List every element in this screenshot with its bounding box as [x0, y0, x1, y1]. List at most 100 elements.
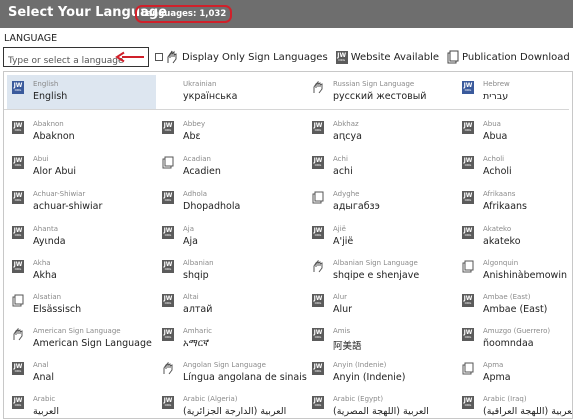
language-english-name: Arabic (Algeria): [183, 395, 238, 403]
language-option[interactable]: JW ORG Amharic አማርኛ: [157, 322, 306, 356]
language-english-name: Akha: [33, 259, 51, 267]
language-option[interactable]: JW ORG Abkhaz аԥсуа: [307, 115, 456, 149]
language-english-name: Ajië: [333, 225, 346, 233]
language-option[interactable]: JW ORG Adhola Dhopadhola: [157, 185, 306, 219]
jw-logo-icon: JW ORG: [462, 191, 474, 204]
language-english-name: American Sign Language: [33, 327, 121, 335]
jw-logo-icon: JW ORG: [312, 226, 324, 239]
language-option[interactable]: JW ORG Acholi Acholi: [457, 150, 572, 184]
jw-logo-icon: JW ORG: [462, 328, 474, 341]
language-option[interactable]: JW ORG Abua Abua: [457, 115, 572, 149]
language-option[interactable]: JW ORG Anyin (Indenie) Anyin (Indenie): [307, 356, 456, 390]
jw-logo-icon: JW ORG: [312, 328, 324, 341]
language-option[interactable]: Russian Sign Language русский жестовый: [307, 75, 456, 109]
jw-logo-icon: JW ORG: [12, 362, 24, 375]
language-option[interactable]: JW ORG Arabic العربية: [7, 390, 156, 418]
language-option[interactable]: JW ORG Achuar-Shiwiar achuar-shiwiar: [7, 185, 156, 219]
jw-logo-icon: JW ORG: [312, 294, 324, 307]
language-english-name: Russian Sign Language: [333, 80, 415, 88]
filter-bar: Display Only Sign Languages JW ORG Websit…: [155, 48, 573, 66]
language-english-name: Anal: [33, 361, 49, 369]
language-english-name: Arabic (Iraq): [483, 395, 527, 403]
language-english-name: Arabic (Egypt): [333, 395, 384, 403]
jw-logo-icon: JW ORG: [12, 156, 24, 169]
language-english-name: English: [33, 80, 59, 88]
language-option[interactable]: JW ORG Abbey Abɛ: [157, 115, 306, 149]
language-english-name: Albanian Sign Language: [333, 259, 418, 267]
language-native-name: Aja: [183, 236, 198, 247]
annotation-arrow-icon: [115, 51, 144, 63]
language-english-name: Achi: [333, 155, 348, 163]
publication-download-label: Publication Download Only: [462, 51, 573, 63]
language-option[interactable]: JW ORG Abaknon Abaknon: [7, 115, 156, 149]
language-option[interactable]: Albanian Sign Language shqipe e shenjave: [307, 254, 456, 288]
publication-download-filter[interactable]: Publication Download Only: [447, 50, 573, 64]
language-option[interactable]: JW ORG Arabic (Algeria) العربية (الدارجة ال…: [157, 390, 306, 418]
sign-language-icon: [313, 260, 323, 273]
language-english-name: Akateko: [483, 225, 512, 233]
language-option[interactable]: JW ORG Amis 阿美語: [307, 322, 456, 356]
language-native-name: українська: [183, 91, 238, 102]
language-option[interactable]: JW ORG Altai алтай: [157, 288, 306, 322]
language-english-name: Abua: [483, 120, 501, 128]
language-option[interactable]: JW ORG Akateko akateko: [457, 220, 572, 254]
language-option[interactable]: JW ORG Alur Alur: [307, 288, 456, 322]
language-option[interactable]: JW ORG Arabic (Egypt) العربية (اللهجة المصر…: [307, 390, 456, 418]
jw-logo-icon: JW ORG: [335, 50, 348, 64]
language-native-name: American Sign Language: [33, 338, 152, 349]
language-option[interactable]: JW ORG Akha Akha: [7, 254, 156, 288]
sign-language-filter[interactable]: Display Only Sign Languages: [155, 50, 328, 64]
language-option[interactable]: JW ORG Anal Anal: [7, 356, 156, 390]
language-option[interactable]: Apma Apma: [457, 356, 572, 390]
language-native-name: Língua angolana de sinais: [183, 372, 307, 383]
jw-logo-icon: JW ORG: [312, 121, 324, 134]
language-english-name: Angolan Sign Language: [183, 361, 266, 369]
language-native-name: Alor Abui: [33, 166, 77, 177]
jw-logo-icon: JW ORG: [162, 226, 174, 239]
jw-logo-icon: JW ORG: [312, 362, 324, 375]
language-native-name: Anishinàbemowin: [483, 270, 567, 281]
row-divider: [4, 109, 569, 110]
language-option[interactable]: JW ORG Achi achi: [307, 150, 456, 184]
website-available-filter[interactable]: JW ORG Website Available: [335, 50, 439, 64]
language-english-name: Alur: [333, 293, 348, 301]
language-english-name: Abui: [33, 155, 49, 163]
language-option[interactable]: American Sign Language American Sign Lang…: [7, 322, 156, 356]
language-option[interactable]: JW ORG Ambae (East) Ambae (East): [457, 288, 572, 322]
language-english-name: Abbey: [183, 120, 206, 128]
language-native-name: A'jië: [333, 236, 354, 247]
language-option[interactable]: Adyghe адыгабзэ: [307, 185, 456, 219]
language-option[interactable]: JW ORG Abui Alor Abui: [7, 150, 156, 184]
language-native-name: shqip: [183, 270, 209, 281]
language-english-name: Abaknon: [33, 120, 64, 128]
language-option[interactable]: JW ORG Amuzgo (Guerrero) ñoomndaa: [457, 322, 572, 356]
language-option[interactable]: JW ORG Aja Aja: [157, 220, 306, 254]
language-option[interactable]: Ukrainian українська: [157, 75, 306, 109]
language-native-name: 阿美語: [333, 341, 362, 352]
language-native-name: Abua: [483, 131, 508, 142]
language-option[interactable]: JW ORG Ajië A'jië: [307, 220, 456, 254]
sign-language-icon: [313, 81, 323, 94]
dialog-header: Select Your Language Languages: 1,032: [0, 0, 573, 28]
language-option[interactable]: Acadian Acadien: [157, 150, 306, 184]
language-option[interactable]: JW ORG Hebrew עברית: [457, 75, 572, 109]
language-option[interactable]: JW ORG Ahanta Ayɩnda: [7, 220, 156, 254]
sign-language-checkbox[interactable]: [155, 53, 163, 61]
language-option[interactable]: Alsatian Elsässisch: [7, 288, 156, 322]
jw-logo-icon: JW ORG: [12, 396, 24, 409]
language-english-name: Ukrainian: [183, 80, 217, 88]
language-english-name: Abkhaz: [333, 120, 359, 128]
language-option[interactable]: Angolan Sign Language Língua angolana de …: [157, 356, 307, 390]
language-option[interactable]: JW ORG Arabic (Iraq) العربية (اللهجة العراق…: [457, 390, 572, 418]
publication-icon: [462, 362, 474, 375]
language-native-name: Dhopadhola: [183, 201, 241, 212]
language-native-name: аԥсуа: [333, 131, 362, 142]
language-native-name: shqipe e shenjave: [333, 270, 420, 281]
language-native-name: العربية (الدارجة الجزائرية): [183, 406, 287, 417]
language-option[interactable]: JW ORG English English: [7, 75, 156, 109]
language-option[interactable]: JW ORG Afrikaans Afrikaans: [457, 185, 572, 219]
language-option[interactable]: JW ORG Albanian shqip: [157, 254, 306, 288]
language-native-name: Anal: [33, 372, 54, 383]
language-option[interactable]: Algonquin Anishinàbemowin: [457, 254, 572, 288]
language-english-name: Albanian: [183, 259, 214, 267]
